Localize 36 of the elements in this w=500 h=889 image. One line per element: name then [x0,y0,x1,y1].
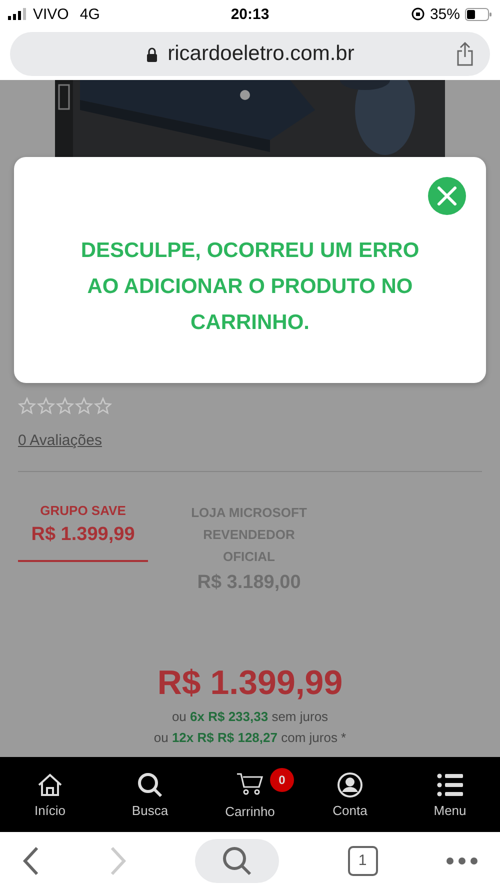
home-icon [37,773,63,797]
account-icon [337,772,363,798]
battery-icon [465,8,492,20]
back-icon[interactable] [22,846,40,876]
network-type: 4G [80,6,100,22]
menu-icon [437,773,463,797]
url-text: ricardoeletro.com.br [168,42,354,66]
star-icon [37,397,55,415]
carrier-name: VIVO [33,6,69,22]
signal-icon [8,8,28,20]
clock-time: 20:13 [230,6,270,22]
error-message: DESCULPE, OCORREU UM ERRO AO ADICIONAR O PRODUTO NO CARRINHO. [80,238,420,336]
cart-count-badge: 0 [270,768,294,792]
product-price: R$ 1.399,99 [156,664,344,703]
nav-item[interactable]: Início [10,771,90,818]
more-icon[interactable] [446,856,478,864]
search-icon [137,772,163,798]
star-icon [75,397,93,415]
search-icon [222,846,252,876]
star-icon [18,397,36,415]
cart-icon [236,772,264,796]
nav-item[interactable]: Busca [110,771,190,818]
share-icon[interactable] [456,42,474,66]
lock-icon [146,46,158,62]
tab-count-button[interactable]: 1 [348,846,378,876]
battery-percent: 35% [430,6,460,22]
address-bar[interactable]: ricardoeletro.com.br [10,32,490,76]
rotation-lock-icon [410,7,425,21]
installment-text: ou 12x R$ R$ 128,27 com juros * [152,730,348,745]
nav-item[interactable]: Menu [410,771,490,818]
star-icon [94,397,112,415]
installment-text: ou 6x R$ 233,33 sem juros [170,709,330,724]
search-button[interactable] [195,838,279,882]
nav-item[interactable]: Conta [310,771,390,818]
close-icon[interactable] [427,176,467,216]
star-icon [56,397,74,415]
